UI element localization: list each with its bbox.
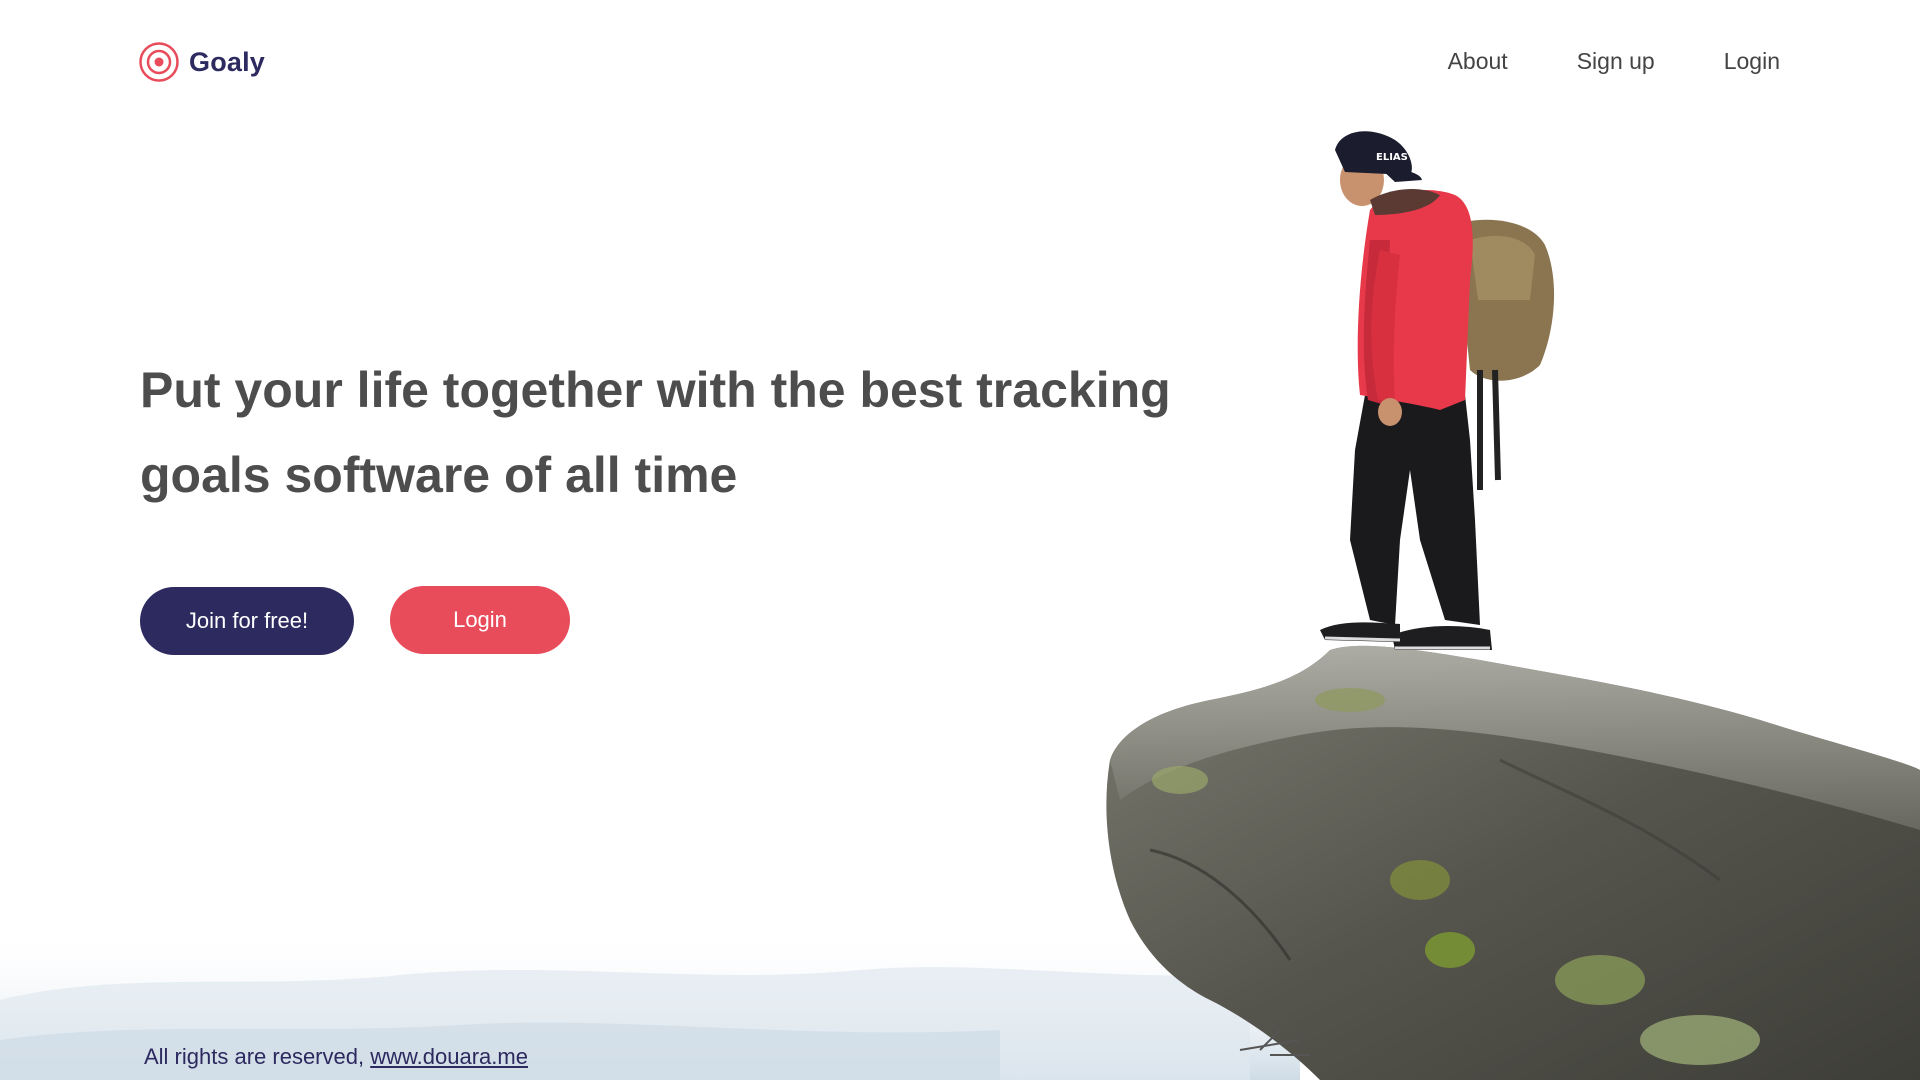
svg-text:ELIAS: ELIAS xyxy=(1376,152,1408,163)
hero-headline: Put your life together with the best tra… xyxy=(140,362,1171,503)
nav-about-link[interactable]: About xyxy=(1448,48,1508,75)
footer-text: All rights are reserved, xyxy=(144,1044,365,1069)
hero-image: ELIAS xyxy=(0,131,1920,1080)
brand-name: Goaly xyxy=(189,46,266,77)
login-button[interactable]: Login xyxy=(390,586,570,654)
footer-link[interactable]: www.douara.me xyxy=(370,1044,528,1069)
footer: All rights are reserved, www.douara.me xyxy=(144,1044,528,1070)
landing-page: ELIAS Goaly About Sign up Login Put your… xyxy=(0,0,1920,1080)
top-nav: About Sign up Login xyxy=(1448,48,1780,75)
target-icon xyxy=(139,42,179,82)
nav-login-link[interactable]: Login xyxy=(1724,48,1780,75)
join-free-button[interactable]: Join for free! xyxy=(140,587,354,655)
logo[interactable]: Goaly xyxy=(139,42,265,82)
nav-signup-link[interactable]: Sign up xyxy=(1577,48,1655,75)
